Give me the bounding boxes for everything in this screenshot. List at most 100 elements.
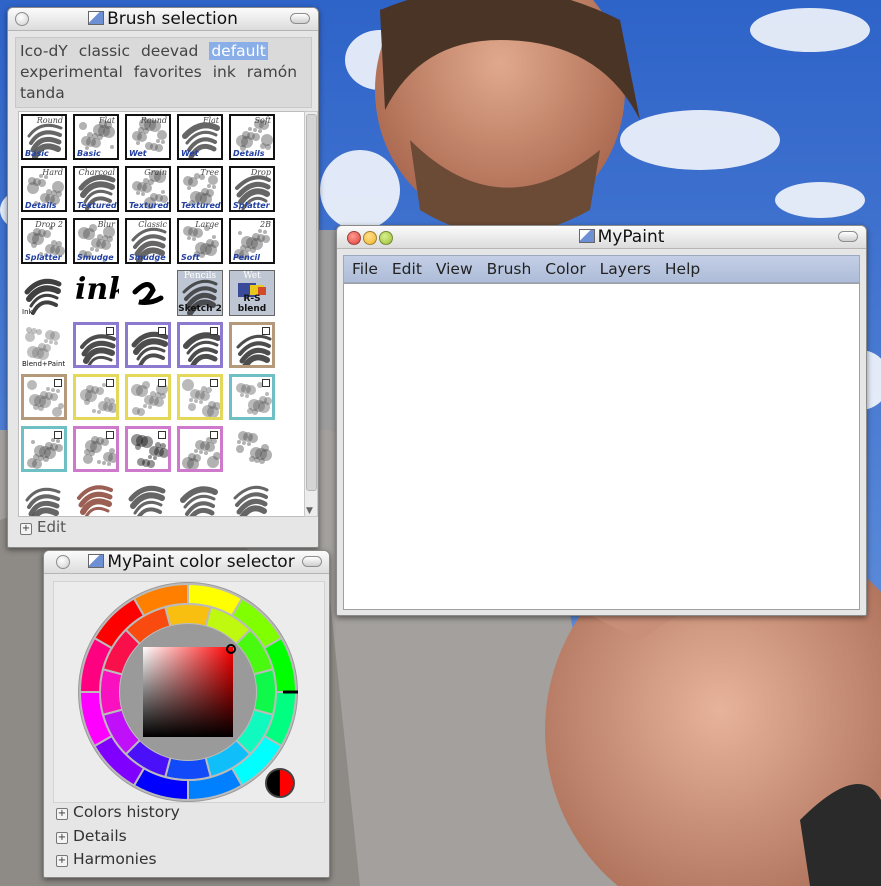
shade-pill-icon[interactable] — [302, 556, 322, 567]
scrollbar-thumb[interactable] — [306, 114, 317, 491]
brush-window-titlebar[interactable]: Brush selection — [8, 8, 318, 31]
menu-file[interactable]: File — [352, 256, 378, 282]
brush-tile[interactable]: Hard Details — [21, 166, 67, 212]
group-classic[interactable]: classic — [79, 42, 130, 60]
brush-category: Wet — [129, 149, 147, 158]
brush-list[interactable]: Round Basic Flat Basic Round Wet Flat Wet Soft De… — [18, 111, 305, 517]
brush-tile[interactable] — [21, 426, 67, 472]
brush-tile[interactable] — [125, 270, 171, 316]
brush-tile[interactable] — [73, 322, 119, 368]
hue-segment[interactable] — [163, 756, 213, 781]
brush-tile[interactable] — [125, 478, 171, 516]
brush-caption: Sketch 2 — [178, 304, 222, 314]
group-default[interactable]: default — [209, 42, 268, 60]
brush-tile[interactable]: ink — [73, 270, 119, 316]
group-ink[interactable]: ink — [213, 63, 236, 81]
brush-tile[interactable] — [177, 374, 223, 420]
group-ramon[interactable]: ramón — [247, 63, 297, 81]
brush-name: Round — [140, 116, 167, 125]
menu-layers[interactable]: Layers — [600, 256, 651, 282]
brush-tile[interactable] — [177, 478, 223, 516]
brush-tile[interactable]: Classic Smudge — [125, 218, 171, 264]
brush-tile[interactable] — [229, 322, 275, 368]
color-selector-window: MyPaint color selector + Colors history +… — [43, 550, 330, 878]
brush-tile[interactable] — [73, 374, 119, 420]
brush-tile[interactable]: Blur Smudge — [73, 218, 119, 264]
brush-tile[interactable]: Ink — [21, 270, 67, 316]
brush-tile[interactable]: Soft Details — [229, 114, 275, 160]
brush-category: Soft — [181, 253, 200, 262]
brush-tile[interactable]: Blend+Paint — [21, 322, 67, 368]
menu-view[interactable]: View — [436, 256, 473, 282]
shade-pill-icon[interactable] — [838, 231, 858, 242]
group-experimental[interactable]: experimental — [20, 63, 123, 81]
brush-tile[interactable]: Charcoal Textured — [73, 166, 119, 212]
brush-caption: Ink — [22, 308, 33, 316]
brush-tile[interactable] — [73, 478, 119, 516]
expander-plus-icon: + — [20, 523, 32, 535]
brush-category: Basic — [25, 149, 49, 158]
brush-list-scrollbar[interactable]: ▼ — [304, 111, 318, 517]
color-window-titlebar[interactable]: MyPaint color selector — [44, 551, 329, 574]
expander-plus-icon: + — [56, 808, 68, 820]
hue-segment[interactable] — [99, 667, 124, 717]
brush-tile[interactable] — [177, 426, 223, 472]
brush-tile[interactable]: Large Soft — [177, 218, 223, 264]
menu-edit[interactable]: Edit — [392, 256, 422, 282]
brush-tile[interactable]: Flat Wet — [177, 114, 223, 160]
menu-brush[interactable]: Brush — [487, 256, 532, 282]
brush-tile[interactable]: Wet R-S blend — [229, 270, 275, 316]
brush-category: Pencil — [233, 253, 260, 262]
brush-tile[interactable]: Flat Basic — [73, 114, 119, 160]
brush-tile[interactable] — [229, 426, 275, 472]
group-ico-dy[interactable]: Ico-dY — [20, 42, 68, 60]
brush-badge-icon — [106, 379, 114, 387]
brush-tile[interactable]: Round Wet — [125, 114, 171, 160]
brush-edit-expander[interactable]: + Edit — [20, 518, 66, 536]
brush-tile[interactable]: 2B Pencil — [229, 218, 275, 264]
brush-tile[interactable]: Round Basic — [21, 114, 67, 160]
brush-name: Blur — [97, 220, 115, 229]
group-tanda[interactable]: tanda — [20, 84, 65, 102]
menu-color[interactable]: Color — [545, 256, 585, 282]
main-window-titlebar[interactable]: MyPaint — [337, 226, 866, 249]
colors-history-expander[interactable]: + Colors history — [56, 801, 180, 825]
brush-name: Tree — [200, 168, 219, 177]
brush-name: Large — [195, 220, 219, 229]
shade-pill-icon[interactable] — [290, 13, 310, 24]
brush-name: Flat — [98, 116, 115, 125]
brush-badge-icon — [262, 327, 270, 335]
window-app-icon — [88, 11, 105, 25]
brush-tile[interactable]: Drop Splatter — [229, 166, 275, 212]
harmonies-expander[interactable]: + Harmonies — [56, 848, 180, 872]
brush-tile[interactable] — [125, 374, 171, 420]
brush-tile[interactable] — [125, 322, 171, 368]
menu-help[interactable]: Help — [665, 256, 700, 282]
brush-tile[interactable] — [229, 478, 275, 516]
brush-tile[interactable]: Pencils Sketch 2 — [177, 270, 223, 316]
group-favorites[interactable]: favorites — [134, 63, 202, 81]
brush-window-title: Brush selection — [107, 9, 238, 29]
scroll-down-arrow-icon[interactable]: ▼ — [306, 506, 313, 516]
hue-segment[interactable] — [163, 603, 213, 628]
brush-tile[interactable]: Tree Textured — [177, 166, 223, 212]
details-expander[interactable]: + Details — [56, 825, 180, 849]
brush-tile[interactable] — [177, 322, 223, 368]
brush-category: Wet — [181, 149, 199, 158]
brush-tile[interactable] — [21, 374, 67, 420]
brush-tile[interactable] — [21, 478, 67, 516]
drawing-canvas[interactable] — [343, 283, 860, 610]
brush-tile[interactable] — [229, 374, 275, 420]
brush-category: Textured — [129, 201, 169, 210]
brush-name: Hard — [42, 168, 63, 177]
brush-tile[interactable] — [73, 426, 119, 472]
brush-tile[interactable]: Grain Textured — [125, 166, 171, 212]
hsv-color-wheel[interactable] — [54, 582, 324, 802]
brush-tile[interactable] — [125, 426, 171, 472]
group-deevad[interactable]: deevad — [141, 42, 198, 60]
value-overlay — [143, 647, 233, 737]
hue-segment[interactable] — [252, 667, 277, 717]
brush-tile[interactable]: Drop 2 Splatter — [21, 218, 67, 264]
brush-name: Pencils — [183, 271, 217, 281]
color-wheel-panel — [53, 581, 325, 803]
